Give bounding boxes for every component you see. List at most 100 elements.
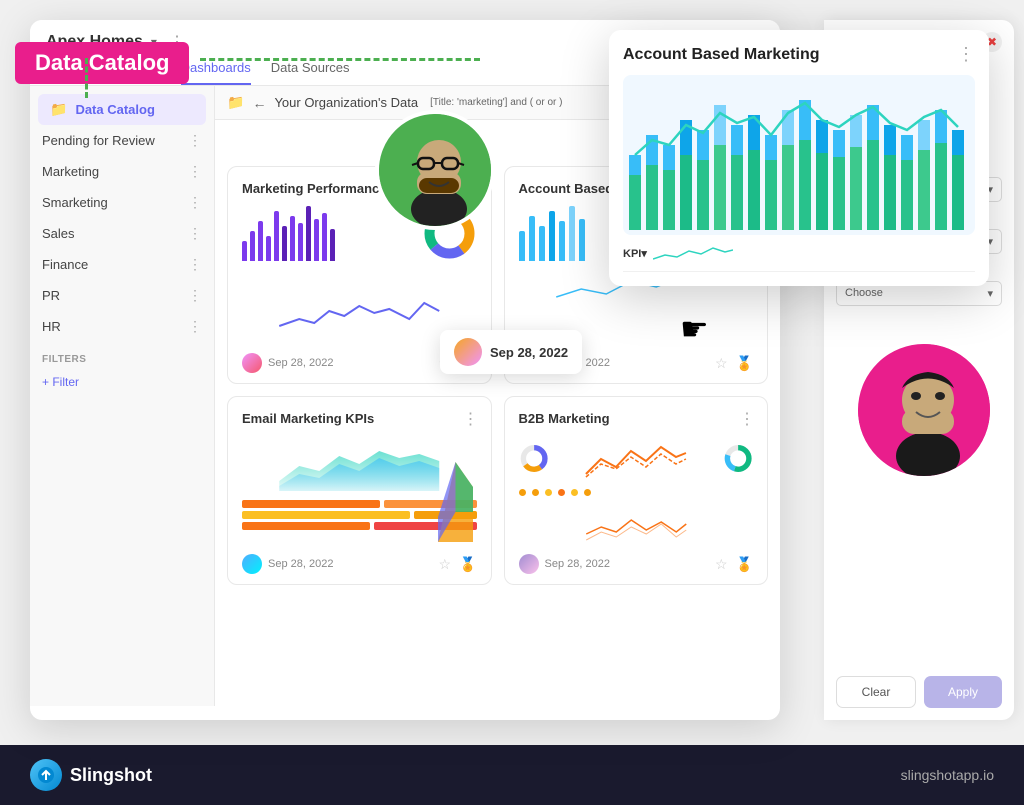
bar	[539, 226, 545, 261]
sidebar-item-label-marketing: Marketing	[42, 164, 180, 179]
triangle-chart	[438, 462, 473, 547]
slingshot-icon-svg	[37, 766, 55, 784]
card-title-3: Email Marketing KPIs	[242, 411, 477, 426]
tooltip-date: Sep 28, 2022	[490, 345, 568, 360]
donut-b2b-1	[519, 436, 549, 481]
bar	[250, 231, 255, 261]
card-actions-4: ☆ 🏅	[715, 556, 753, 573]
sidebar: 📁 Data Catalog Pending for Review ⋮ Mark…	[30, 86, 215, 706]
grid-row-2: Email Marketing KPIs ⋮	[227, 396, 768, 585]
bar	[306, 206, 311, 261]
card-date-1: Sep 28, 2022	[268, 357, 433, 369]
sidebar-item-data-catalog[interactable]: 📁 Data Catalog	[38, 94, 206, 125]
abm-popup-header: Account Based Marketing ⋮	[623, 44, 975, 65]
content-folder-icon: 📁	[227, 94, 244, 111]
modified-date-placeholder: Choose	[845, 287, 883, 300]
kpi-label: KPI▾	[623, 247, 647, 260]
card-date-4: Sep 28, 2022	[545, 558, 710, 570]
sidebar-item-label-finance: Finance	[42, 257, 180, 272]
footer-url: slingshotapp.io	[901, 767, 994, 783]
abm-popup-title: Account Based Marketing	[623, 46, 819, 64]
sidebar-item-finance[interactable]: Finance ⋮	[30, 249, 214, 280]
card-menu-3[interactable]: ⋮	[463, 409, 479, 429]
hbar	[242, 511, 410, 519]
b2b-top-charts	[519, 436, 754, 481]
card-actions-3: ☆ 🏅	[439, 556, 477, 573]
tab-datasources[interactable]: Data Sources	[271, 60, 350, 85]
filter-panel-footer: Clear Apply	[836, 676, 1002, 708]
card-actions-2: ☆ 🏅	[715, 355, 753, 372]
abm-bar-chart-big	[623, 75, 975, 235]
email-kpi-chart	[242, 436, 477, 530]
sidebar-item-smarketing[interactable]: Smarketing ⋮	[30, 187, 214, 218]
card-email-marketing-kpis: Email Marketing KPIs ⋮	[227, 396, 492, 585]
back-icon[interactable]: ←	[252, 95, 266, 111]
dashed-line-v	[85, 58, 88, 98]
finance-menu-icon[interactable]: ⋮	[188, 256, 202, 273]
marketing-menu-icon[interactable]: ⋮	[188, 163, 202, 180]
star-icon-3[interactable]: ☆	[439, 556, 452, 573]
filter-breadcrumb: Your Organization's Data	[274, 95, 418, 110]
dashed-line-h	[200, 58, 480, 61]
medal-icon-3[interactable]: 🏅	[459, 556, 476, 573]
bar	[519, 231, 525, 261]
sidebar-item-hr[interactable]: HR ⋮	[30, 311, 214, 342]
star-icon-4[interactable]: ☆	[715, 556, 728, 573]
modified-date-chevron: ▾	[987, 287, 993, 300]
folder-icon: 📁	[50, 101, 67, 118]
tab-dashboards[interactable]: Dashboards	[181, 60, 251, 85]
sidebar-item-sales[interactable]: Sales ⋮	[30, 218, 214, 249]
kpi-mini-chart	[653, 243, 733, 263]
bar	[529, 216, 535, 261]
sidebar-item-label-pr: PR	[42, 288, 180, 303]
footer: Slingshot slingshotapp.io	[0, 745, 1024, 805]
bar	[274, 211, 279, 261]
medal-icon-2[interactable]: 🏅	[736, 355, 753, 372]
bar	[559, 221, 565, 261]
sidebar-item-pr[interactable]: PR ⋮	[30, 280, 214, 311]
sidebar-item-label-pending: Pending for Review	[42, 133, 180, 148]
bar	[549, 211, 555, 261]
clear-button[interactable]: Clear	[836, 676, 916, 708]
dot	[584, 489, 591, 496]
hr-menu-icon[interactable]: ⋮	[188, 318, 202, 335]
footer-brand: Slingshot	[30, 759, 152, 791]
card-date-3: Sep 28, 2022	[268, 558, 433, 570]
tooltip-avatar	[454, 338, 482, 366]
sidebar-item-label-smarketing: Smarketing	[42, 195, 180, 210]
b2b-bottom-wave	[519, 502, 754, 542]
sidebar-item-label-datacatalog: Data Catalog	[75, 102, 194, 117]
brand-name: Slingshot	[70, 765, 152, 786]
filter-tags: [Title: 'marketing'] and ( or or )	[430, 97, 562, 108]
pending-menu-icon[interactable]: ⋮	[188, 132, 202, 149]
b2b-dots-scatter	[519, 489, 754, 542]
apply-button[interactable]: Apply	[924, 676, 1002, 708]
dot	[571, 489, 578, 496]
dot	[558, 489, 565, 496]
bar	[258, 221, 263, 261]
star-icon-2[interactable]: ☆	[715, 355, 728, 372]
hbar	[242, 522, 370, 530]
card-menu-4[interactable]: ⋮	[739, 409, 755, 429]
avatar-person-2	[854, 340, 994, 480]
sidebar-item-marketing[interactable]: Marketing ⋮	[30, 156, 214, 187]
line-chart-1	[242, 291, 477, 336]
dot	[532, 489, 539, 496]
add-filter-button[interactable]: + Filter	[30, 369, 214, 395]
card-title-4: B2B Marketing	[519, 411, 754, 426]
pr-menu-icon[interactable]: ⋮	[188, 287, 202, 304]
bar	[579, 219, 585, 261]
card-footer-4: Sep 28, 2022 ☆ 🏅	[519, 554, 754, 574]
abm-menu-icon[interactable]: ⋮	[957, 44, 975, 65]
sidebar-item-label-hr: HR	[42, 319, 180, 334]
smarketing-menu-icon[interactable]: ⋮	[188, 194, 202, 211]
bar	[282, 226, 287, 261]
filters-section-label: FILTERS	[30, 342, 214, 369]
bar	[314, 219, 319, 261]
cursor-hand-icon: ☛	[680, 310, 709, 348]
sidebar-item-pending[interactable]: Pending for Review ⋮	[30, 125, 214, 156]
date-tooltip: Sep 28, 2022	[440, 330, 582, 374]
avatar-4	[519, 554, 539, 574]
sales-menu-icon[interactable]: ⋮	[188, 225, 202, 242]
medal-icon-4[interactable]: 🏅	[736, 556, 753, 573]
